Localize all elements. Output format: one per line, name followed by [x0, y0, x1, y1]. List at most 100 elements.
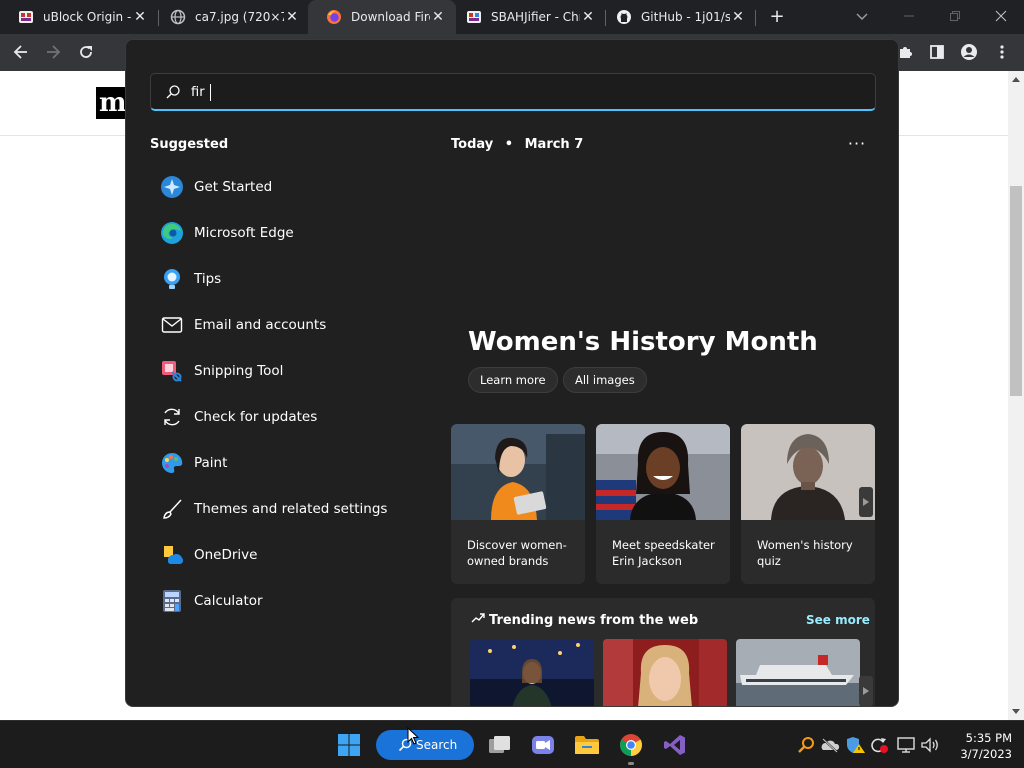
cards-next-arrow-icon[interactable]: [859, 487, 873, 517]
card-caption: Discover women-owned brands: [467, 538, 567, 568]
trending-heading-text: Trending news from the web: [489, 612, 699, 628]
hero-title: Women's History Month: [468, 327, 818, 357]
onedrive-icon: [159, 542, 185, 568]
card-womens-history-quiz[interactable]: Women's history quiz: [741, 424, 875, 584]
card-image: [741, 424, 875, 520]
all-images-button[interactable]: All images: [563, 367, 647, 393]
close-tab-icon[interactable]: ✕: [132, 9, 148, 25]
taskbar-clock[interactable]: 5:35 PM 3/7/2023: [952, 730, 1012, 762]
update-restart-tray-icon[interactable]: [869, 735, 889, 755]
see-more-link[interactable]: See more: [806, 613, 870, 627]
page-scrollbar[interactable]: [1008, 71, 1024, 720]
ublock-icon: [18, 9, 34, 25]
suggested-item-themes-and-related-settings[interactable]: Themes and related settings: [150, 486, 430, 532]
close-tab-icon[interactable]: ✕: [730, 9, 746, 25]
teams-chat-icon[interactable]: [530, 732, 556, 758]
card-women-owned-brands[interactable]: Discover women-owned brands: [451, 424, 585, 584]
globe-icon: [170, 9, 186, 25]
reload-button[interactable]: [73, 39, 99, 65]
side-panel-icon[interactable]: [924, 39, 950, 65]
suggested-item-label: OneDrive: [194, 547, 258, 563]
magnifier-tray-icon[interactable]: [796, 735, 816, 755]
scroll-up-arrow[interactable]: [1012, 77, 1020, 82]
scroll-down-arrow[interactable]: [1012, 709, 1020, 714]
forward-button[interactable]: [40, 39, 66, 65]
trending-arrow-icon: [471, 612, 485, 628]
windows-search-panel: Suggested Get Started Microsoft Edge Tip…: [125, 39, 899, 707]
learn-more-button[interactable]: Learn more: [468, 367, 558, 393]
get-started-icon: [159, 174, 185, 200]
suggested-item-label: Calculator: [194, 593, 263, 609]
github-icon: [616, 9, 632, 25]
suggested-item-check-for-updates[interactable]: Check for updates: [150, 394, 430, 440]
tab-search-chevron-icon[interactable]: [852, 8, 872, 26]
suggested-item-microsoft-edge[interactable]: Microsoft Edge: [150, 210, 430, 256]
calculator-icon: [159, 588, 185, 614]
suggested-item-tips[interactable]: Tips: [150, 256, 430, 302]
task-view-icon[interactable]: [487, 732, 513, 758]
new-tab-button[interactable]: +: [766, 6, 788, 28]
profile-avatar-icon[interactable]: [956, 39, 982, 65]
security-warning-tray-icon[interactable]: [845, 735, 865, 755]
file-explorer-icon[interactable]: [574, 732, 600, 758]
snipping-tool-icon: [159, 358, 185, 384]
suggested-item-snipping-tool[interactable]: Snipping Tool: [150, 348, 430, 394]
suggested-item-label: Paint: [194, 455, 228, 471]
text-caret: [210, 84, 211, 101]
today-date: March 7: [524, 137, 584, 152]
onedrive-offline-tray-icon[interactable]: [820, 735, 840, 755]
news-thumbnail[interactable]: [470, 639, 594, 706]
suggested-item-calculator[interactable]: Calculator: [150, 578, 430, 624]
chrome-icon[interactable]: [618, 732, 644, 758]
tab-github[interactable]: GitHub - 1j01/sb ✕: [598, 0, 756, 34]
suggested-item-get-started[interactable]: Get Started: [150, 164, 430, 210]
taskbar-search-button[interactable]: Search: [376, 730, 474, 760]
card-image: [451, 424, 585, 520]
close-window-button[interactable]: [978, 0, 1024, 32]
card-meet-speedskater[interactable]: Meet speedskater Erin Jackson: [596, 424, 730, 584]
today-date-header: Today • March 7: [451, 137, 583, 152]
news-thumbnail[interactable]: [736, 639, 860, 706]
close-tab-icon[interactable]: ✕: [580, 9, 596, 25]
more-options-icon[interactable]: ···: [846, 134, 868, 153]
visual-studio-icon[interactable]: [662, 732, 688, 758]
start-windows-icon[interactable]: [336, 732, 362, 758]
suggested-item-email-and-accounts[interactable]: Email and accounts: [150, 302, 430, 348]
network-tray-icon[interactable]: [896, 735, 916, 755]
running-app-indicator: [628, 762, 634, 765]
volume-tray-icon[interactable]: [920, 735, 940, 755]
tab-ublock[interactable]: uBlock Origin - ✕: [0, 0, 158, 34]
news-next-arrow-icon[interactable]: [859, 676, 873, 706]
card-caption: Meet speedskater Erin Jackson: [612, 538, 715, 568]
windows-taskbar: Search 5:35 PM 3/7/2023: [0, 720, 1024, 768]
suggested-item-onedrive[interactable]: OneDrive: [150, 532, 430, 578]
tab-sbahjifier[interactable]: SBAHJifier - Chr ✕: [448, 0, 606, 34]
tab-title: SBAHJifier - Chr: [491, 10, 580, 24]
suggested-item-label: Themes and related settings: [194, 501, 388, 517]
tab-ca7-jpg[interactable]: ca7.jpg (720×70 ✕: [152, 0, 310, 34]
back-button[interactable]: [8, 39, 34, 65]
scrollbar-thumb[interactable]: [1010, 186, 1022, 396]
suggested-item-label: Tips: [194, 271, 222, 287]
tips-icon: [159, 266, 185, 292]
close-tab-icon[interactable]: ✕: [284, 9, 300, 25]
today-label: Today: [451, 137, 494, 152]
card-image: [596, 424, 730, 520]
refresh-icon: [159, 404, 185, 430]
chrome-menu-icon[interactable]: [989, 39, 1015, 65]
brush-icon: [159, 496, 185, 522]
tab-divider: [755, 10, 756, 26]
mail-icon: [159, 312, 185, 338]
news-thumbnail[interactable]: [603, 639, 727, 706]
mouse-pointer-icon: [407, 726, 420, 745]
minimize-button[interactable]: [886, 0, 932, 32]
restore-button[interactable]: [932, 0, 978, 32]
tab-title: ca7.jpg (720×70: [195, 10, 284, 24]
taskbar-search-label: Search: [416, 738, 458, 752]
suggested-item-paint[interactable]: Paint: [150, 440, 430, 486]
card-caption: Women's history quiz: [757, 538, 853, 568]
close-tab-icon[interactable]: ✕: [430, 9, 446, 25]
search-input[interactable]: [191, 81, 851, 103]
tab-download-firefox[interactable]: Download Firefo ✕: [308, 0, 456, 34]
search-box[interactable]: [150, 73, 876, 111]
